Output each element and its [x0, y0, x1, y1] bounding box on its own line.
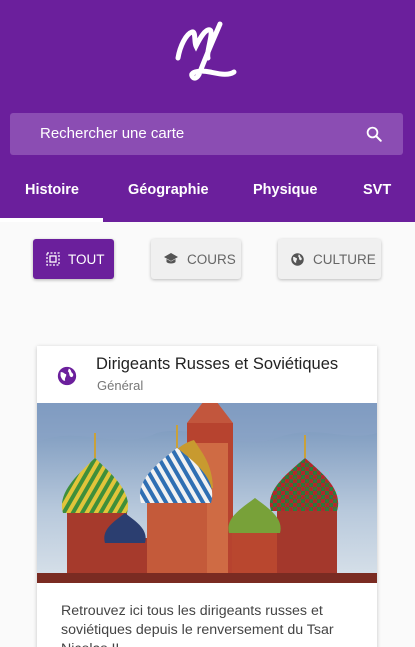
filter-tout-button[interactable]: TOUT: [33, 239, 114, 279]
school-icon: [164, 253, 178, 264]
card-subtitle: Général: [97, 378, 144, 393]
app-header: Rechercher une carte Histoire Géographie…: [0, 0, 415, 222]
map-card[interactable]: Dirigeants Russes et Soviétiques Général: [37, 346, 377, 647]
tab-physique[interactable]: Physique: [253, 182, 317, 198]
filter-culture-button[interactable]: CULTURE: [278, 239, 381, 279]
all-select-icon: [46, 252, 60, 266]
filter-tout-label: TOUT: [68, 251, 105, 267]
search-bar[interactable]: Rechercher une carte: [10, 113, 403, 155]
saint-basil-cathedral-image[interactable]: [37, 403, 377, 583]
globe-icon: [57, 366, 77, 386]
subject-tabs: Histoire Géographie Physique SVT: [0, 170, 415, 222]
search-input[interactable]: Rechercher une carte: [40, 125, 184, 142]
tab-geographie[interactable]: Géographie: [128, 182, 209, 198]
tab-histoire[interactable]: Histoire: [25, 182, 79, 198]
filter-cours-button[interactable]: COURS: [151, 239, 241, 279]
search-icon[interactable]: [365, 125, 383, 143]
app-logo[interactable]: [170, 18, 242, 90]
card-title[interactable]: Dirigeants Russes et Soviétiques: [96, 355, 338, 374]
filter-cours-label: COURS: [187, 251, 236, 267]
globe-icon: [291, 252, 304, 266]
active-tab-indicator: [0, 218, 103, 222]
tab-svt[interactable]: SVT: [363, 182, 391, 198]
card-description: Retrouvez ici tous les dirigeants russes…: [61, 603, 334, 647]
filter-culture-label: CULTURE: [313, 251, 376, 267]
